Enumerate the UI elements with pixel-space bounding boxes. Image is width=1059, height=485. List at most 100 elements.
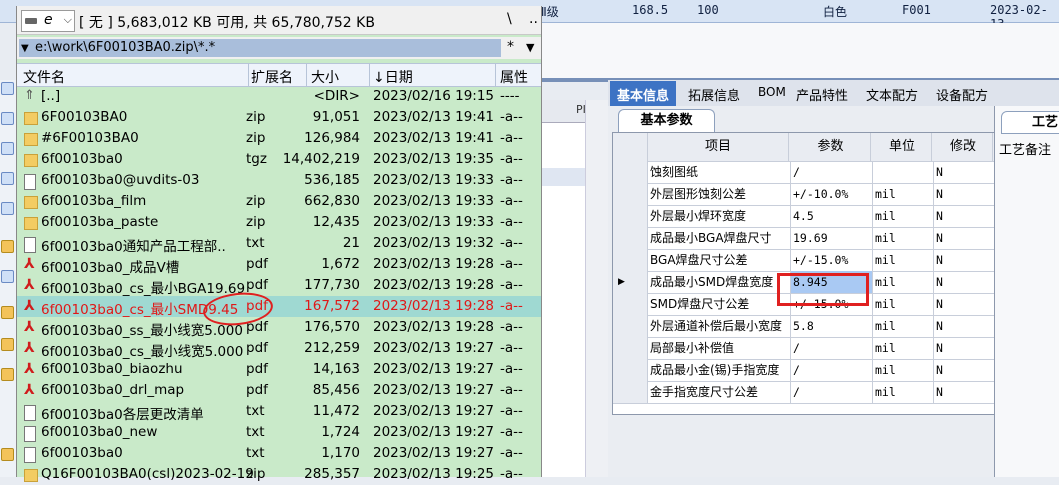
param-value[interactable]: /: [791, 337, 873, 359]
param-row[interactable]: 成品最小金(锡)手指宽度 / mil N: [613, 359, 995, 382]
header-unit[interactable]: 单位: [873, 133, 932, 161]
history-triangle-icon[interactable]: ▼: [21, 43, 29, 54]
column-size[interactable]: 大小: [311, 67, 339, 87]
param-value[interactable]: +/-10.0%: [791, 183, 873, 205]
tab-extended-info[interactable]: 拓展信息: [688, 85, 740, 104]
param-row[interactable]: 外层最小焊环宽度 4.5 mil N: [613, 205, 995, 228]
copy-icon[interactable]: [1, 172, 14, 185]
file-row[interactable]: ⅄ 6f00103ba0_biaozhu pdf 14,163 2023/02/13 1…: [17, 359, 541, 380]
file-row[interactable]: ⅄ 6f00103ba0_成品V槽 pdf 1,672 2023/02/13 19:28…: [17, 254, 541, 276]
box-icon[interactable]: [1, 306, 14, 319]
param-item[interactable]: 外层通道补偿后最小宽度: [648, 315, 791, 337]
param-unit[interactable]: mil: [873, 271, 934, 293]
param-value[interactable]: 5.8: [791, 315, 873, 337]
param-modify[interactable]: N: [934, 381, 995, 403]
search-icon[interactable]: [1, 112, 14, 125]
file-row[interactable]: ⅄ 6f00103ba0_ss_最小线宽5.000 pdf 176,570 2023/0…: [17, 317, 541, 339]
drive-selector[interactable]: e ⌵: [21, 10, 75, 32]
file-row[interactable]: 6f00103ba0@uvdits-03 536,185 2023/02/13 19…: [17, 170, 541, 191]
param-value[interactable]: +/-15.0%: [791, 249, 873, 271]
row-indicator[interactable]: [613, 249, 648, 271]
current-path[interactable]: ▼ e:\work\6F00103BA0.zip\*.*: [19, 39, 501, 57]
param-row[interactable]: 金手指宽度尺寸公差 / mil N: [613, 381, 995, 404]
file-row[interactable]: 6f00103ba0通知产品工程部.. txt 21 2023/02/13 19:32…: [17, 233, 541, 255]
param-unit[interactable]: mil: [873, 227, 934, 249]
param-value[interactable]: 19.69: [791, 227, 873, 249]
tab-process[interactable]: 工艺: [1001, 111, 1059, 134]
row-indicator[interactable]: [613, 183, 648, 205]
param-unit[interactable]: [873, 161, 934, 183]
param-modify[interactable]: N: [934, 359, 995, 381]
param-modify[interactable]: N: [934, 227, 995, 249]
tab-equipment-recipe[interactable]: 设备配方: [936, 85, 988, 104]
param-item[interactable]: 成品最小金(锡)手指宽度: [648, 359, 791, 381]
row-indicator[interactable]: [613, 205, 648, 227]
header-modify[interactable]: 修改: [934, 133, 993, 161]
param-item[interactable]: 外层最小焊环宽度: [648, 205, 791, 227]
row-indicator[interactable]: [613, 227, 648, 249]
param-value[interactable]: /: [791, 161, 873, 183]
param-row[interactable]: 局部最小补偿值 / mil N: [613, 337, 995, 360]
param-item[interactable]: 金手指宽度尺寸公差: [648, 381, 791, 403]
box-icon[interactable]: [1, 338, 14, 351]
file-row[interactable]: ⇑ [..] <DIR> 2023/02/16 19:15 ----: [17, 86, 541, 107]
param-modify[interactable]: N: [934, 315, 995, 337]
doc-icon[interactable]: [1, 82, 14, 95]
row-indicator[interactable]: [613, 359, 648, 381]
param-unit[interactable]: mil: [873, 249, 934, 271]
param-unit[interactable]: mil: [873, 359, 934, 381]
parent-dir-button[interactable]: ..: [529, 11, 538, 27]
tab-bom[interactable]: BOM: [758, 85, 786, 99]
param-item[interactable]: 外层图形蚀刻公差: [648, 183, 791, 205]
param-modify[interactable]: N: [934, 249, 995, 271]
file-row[interactable]: 6f00103ba_paste zip 12,435 2023/02/13 19:33…: [17, 212, 541, 233]
scrollbar[interactable]: [585, 100, 608, 477]
param-item[interactable]: 蚀刻图纸: [648, 161, 791, 183]
tab-basic-params[interactable]: 基本参数: [618, 109, 715, 132]
param-modify[interactable]: N: [934, 293, 995, 315]
param-item[interactable]: 成品最小BGA焊盘尺寸: [648, 227, 791, 249]
param-modify[interactable]: N: [934, 205, 995, 227]
box-icon[interactable]: [1, 240, 14, 253]
file-row[interactable]: #6F00103BA0 zip 126,984 2023/02/13 19:41 -a-…: [17, 128, 541, 149]
file-row[interactable]: Q16F00103BA0(csl)2023-02-19 zip 285,357 202…: [17, 464, 541, 485]
file-row[interactable]: 6f00103ba0_new txt 1,724 2023/02/13 19:27 -a…: [17, 422, 541, 443]
param-row[interactable]: 外层通道补偿后最小宽度 5.8 mil N: [613, 315, 995, 338]
param-row[interactable]: 成品最小BGA焊盘尺寸 19.69 mil N: [613, 227, 995, 250]
param-unit[interactable]: mil: [873, 315, 934, 337]
row-indicator[interactable]: [613, 161, 648, 183]
filter-button[interactable]: *: [507, 39, 514, 55]
add-icon[interactable]: [1, 270, 14, 283]
file-row[interactable]: ⅄ 6f00103ba0_cs_最小BGA19.69 pdf 177,730 2023/…: [17, 275, 541, 297]
row-indicator[interactable]: [613, 337, 648, 359]
tab-product-features[interactable]: 产品特性: [796, 85, 848, 104]
header-param[interactable]: 参数: [791, 133, 871, 161]
param-modify[interactable]: N: [934, 183, 995, 205]
param-item[interactable]: SMD焊盘尺寸公差: [648, 293, 791, 315]
row-indicator[interactable]: [613, 315, 648, 337]
param-row[interactable]: BGA焊盘尺寸公差 +/-15.0% mil N: [613, 249, 995, 272]
param-unit[interactable]: mil: [873, 293, 934, 315]
box-icon[interactable]: [1, 448, 14, 461]
file-row[interactable]: ⅄ 6f00103ba0_cs_最小线宽5.000 pdf 212,259 2023/0…: [17, 338, 541, 360]
root-dir-button[interactable]: \: [507, 11, 512, 27]
param-item[interactable]: 局部最小补偿值: [648, 337, 791, 359]
column-ext[interactable]: 扩展名: [251, 67, 293, 87]
param-row[interactable]: 外层图形蚀刻公差 +/-10.0% mil N: [613, 183, 995, 206]
file-row[interactable]: 6f00103ba0 tgz 14,402,219 2023/02/13 19:35-…: [17, 149, 541, 170]
column-attr[interactable]: 属性: [500, 67, 528, 87]
param-value[interactable]: /: [791, 359, 873, 381]
param-unit[interactable]: mil: [873, 183, 934, 205]
file-row[interactable]: ⅄ 6f00103ba0_cs_最小SMD9.45 pdf 167,572 2023/0…: [17, 296, 541, 318]
copy-icon[interactable]: [1, 142, 14, 155]
column-name[interactable]: 文件名: [23, 67, 65, 87]
row-indicator[interactable]: [613, 293, 648, 315]
copy-icon[interactable]: [1, 202, 14, 215]
tab-basic-info[interactable]: 基本信息: [610, 81, 677, 108]
param-value[interactable]: 4.5: [791, 205, 873, 227]
file-row[interactable]: 6f00103ba0各层更改清单 txt 11,472 2023/02/13 19:2…: [17, 401, 541, 423]
param-value[interactable]: /: [791, 381, 873, 403]
file-row[interactable]: 6F00103BA0 zip 91,051 2023/02/13 19:41 -a--: [17, 107, 541, 128]
row-indicator[interactable]: [613, 381, 648, 403]
param-unit[interactable]: mil: [873, 337, 934, 359]
